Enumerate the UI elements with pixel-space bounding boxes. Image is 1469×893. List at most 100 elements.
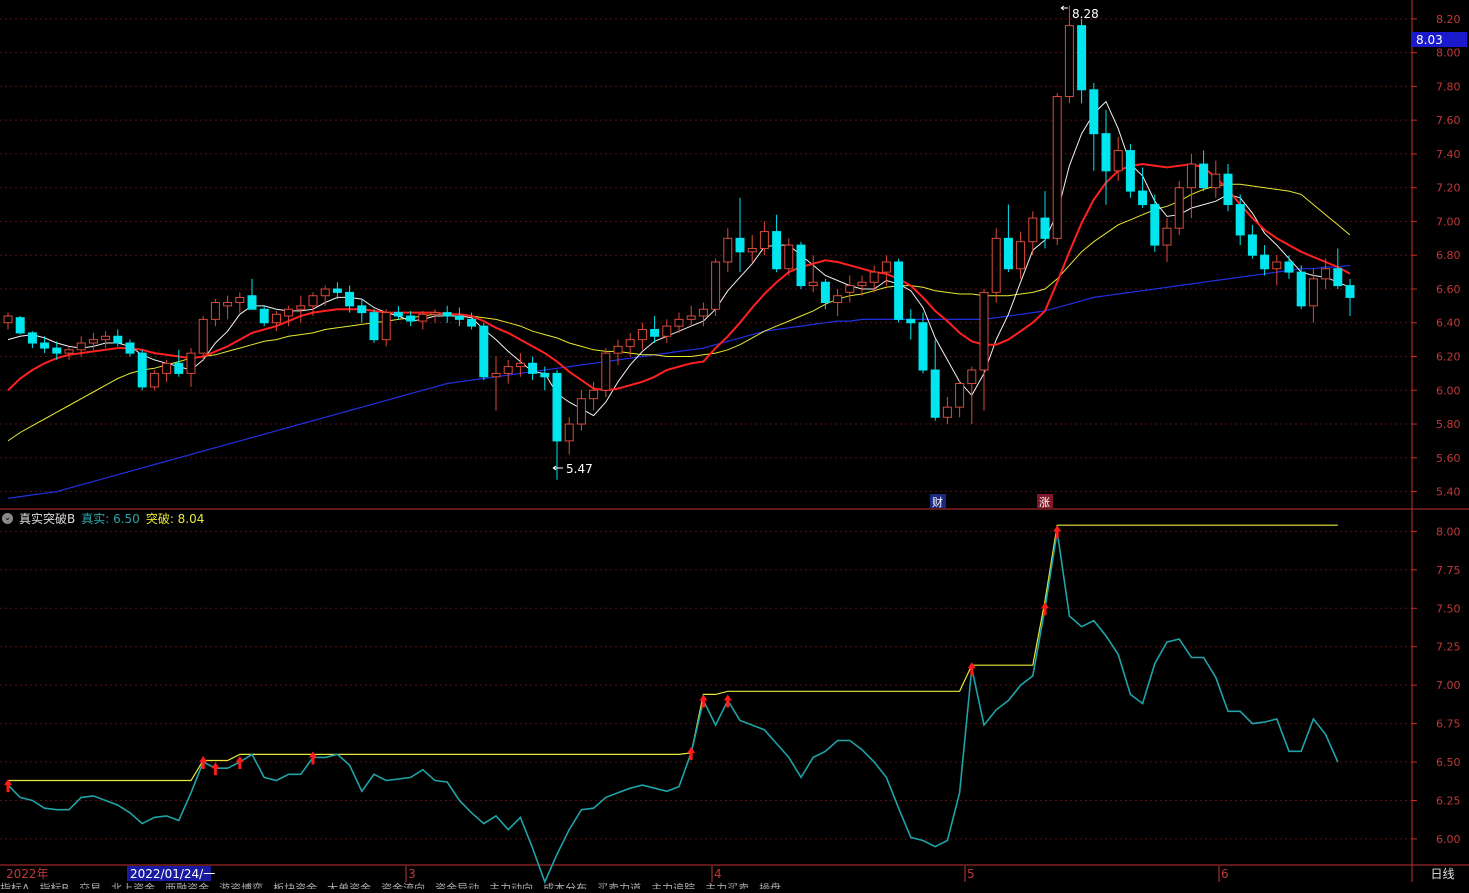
candle-down: [345, 291, 355, 307]
candle-down: [479, 325, 489, 378]
candle-down: [15, 317, 25, 334]
price-tick-label: 6.40: [1436, 317, 1461, 330]
current-price-tag: 8.03: [1416, 33, 1443, 47]
candle-up: [625, 339, 635, 347]
rise-marker[interactable]: 涨: [1039, 496, 1050, 509]
candle-up: [381, 312, 391, 341]
break-value-label: 突破: 8.04: [145, 511, 205, 526]
candle-down: [454, 315, 464, 320]
chart-canvas[interactable]: 8.20 8.00 7.80 7.60 7.40 7.20 7.00 6.80 6.60 6.40…: [0, 0, 1469, 889]
candle-down: [393, 312, 403, 317]
low-annotation: 5.47: [552, 462, 593, 476]
price-tick-label: 6.00: [1436, 384, 1461, 397]
indicator-tick-label: 6.00: [1436, 833, 1461, 846]
candle-up: [576, 398, 586, 425]
candle-up: [613, 345, 623, 354]
price-tick-label: 7.60: [1436, 114, 1461, 127]
bottom-tab[interactable]: 板块资金: [273, 882, 317, 889]
candle-up: [967, 369, 977, 385]
bottom-tab[interactable]: 资金流向: [381, 882, 425, 889]
candle-up: [198, 318, 208, 354]
candle-up: [149, 372, 159, 388]
candle-up: [833, 295, 843, 303]
candle-down: [918, 322, 928, 371]
bottom-tab[interactable]: 资金异动: [435, 882, 479, 889]
price-tick-label: 7.00: [1436, 215, 1461, 228]
price-tick-label: 8.20: [1436, 13, 1461, 26]
moving-average-lines: [7, 100, 1351, 499]
candle-up: [564, 423, 574, 442]
indicator-tick-label: 7.75: [1436, 564, 1461, 577]
candle-up: [418, 313, 428, 322]
bottom-tab[interactable]: 北上资金: [111, 882, 155, 889]
bottom-tab[interactable]: 两融资金: [165, 882, 209, 889]
candle-up: [991, 237, 1001, 293]
candle-up: [210, 301, 220, 320]
bottom-tab[interactable]: 游资博弈: [219, 882, 263, 889]
bottom-tab[interactable]: 指标B: [40, 882, 70, 889]
candle-down: [369, 312, 379, 341]
candle-down: [1223, 173, 1233, 206]
month-label-6: 6: [1221, 867, 1229, 881]
real-line: [7, 531, 1339, 885]
candle-up: [1016, 241, 1026, 270]
candle-up: [662, 325, 672, 337]
stock-chart-window: 8.20 8.00 7.80 7.60 7.40 7.20 7.00 6.80 6.60 6.40…: [0, 0, 1469, 889]
bottom-tab[interactable]: 买卖力道: [597, 882, 641, 889]
candle-down: [259, 308, 269, 324]
candle-down: [1296, 271, 1306, 307]
candle-down: [1199, 163, 1209, 189]
candle-down: [1125, 150, 1135, 192]
collapse-icon[interactable]: ⌄: [2, 512, 13, 524]
candle-up: [76, 342, 86, 351]
indicator-tick-label: 7.50: [1436, 602, 1461, 615]
period-selector[interactable]: 日线: [1416, 865, 1469, 883]
candle-down: [772, 231, 782, 270]
signal-arrows: [4, 525, 1062, 793]
candle-down: [52, 347, 62, 354]
finance-marker[interactable]: 财: [932, 495, 943, 509]
candle-up: [223, 301, 233, 307]
candle-up: [637, 328, 647, 341]
bottom-tab[interactable]: 指标A: [0, 882, 30, 889]
candle-up: [601, 352, 611, 391]
candle-down: [1150, 204, 1160, 246]
candle-down: [137, 352, 147, 388]
candle-down: [1040, 217, 1050, 239]
candle-down: [906, 318, 916, 324]
candle-down: [894, 261, 904, 320]
candle-down: [113, 335, 123, 344]
indicator-lines: [7, 524, 1339, 885]
bottom-tab[interactable]: 交易: [79, 882, 101, 889]
month-label-3: 3: [408, 867, 416, 881]
candle-down: [1003, 237, 1013, 270]
candle-up: [711, 261, 721, 310]
candle-up: [979, 291, 989, 371]
candle-up: [881, 261, 891, 273]
candle-down: [528, 362, 538, 374]
ma5-line: [7, 100, 1351, 417]
bottom-tab[interactable]: 主力追踪: [651, 882, 695, 889]
bottom-tab[interactable]: 主力买卖: [705, 882, 749, 889]
candle-up: [1272, 261, 1282, 270]
indicator-name[interactable]: 真实突破B: [19, 510, 75, 527]
candle-down: [552, 372, 562, 442]
bottom-tab[interactable]: 大单资金: [327, 882, 371, 889]
candle-up: [64, 349, 74, 354]
ma60-line: [7, 264, 1351, 499]
bottom-tab[interactable]: 操盘: [759, 882, 781, 889]
price-tick-label: 7.20: [1436, 182, 1461, 195]
indicator-axis: 8.00 7.75 7.50 7.25 7.00 6.75 6.50 6.25 6.00: [1412, 525, 1461, 846]
candle-up: [686, 315, 696, 320]
price-tick-label: 6.60: [1436, 283, 1461, 296]
year-label: 2022年: [6, 867, 49, 881]
candle-down: [125, 342, 135, 354]
candlestick-series: [3, 5, 1355, 480]
bottom-tab[interactable]: 成本分布: [543, 882, 587, 889]
signal-arrow-icon: [967, 662, 976, 676]
price-tick-label: 7.40: [1436, 148, 1461, 161]
candle-up: [589, 389, 599, 400]
bottom-tab[interactable]: 主力动向: [489, 882, 533, 889]
indicator-tick-label: 8.00: [1436, 525, 1461, 538]
candle-up: [747, 247, 757, 253]
